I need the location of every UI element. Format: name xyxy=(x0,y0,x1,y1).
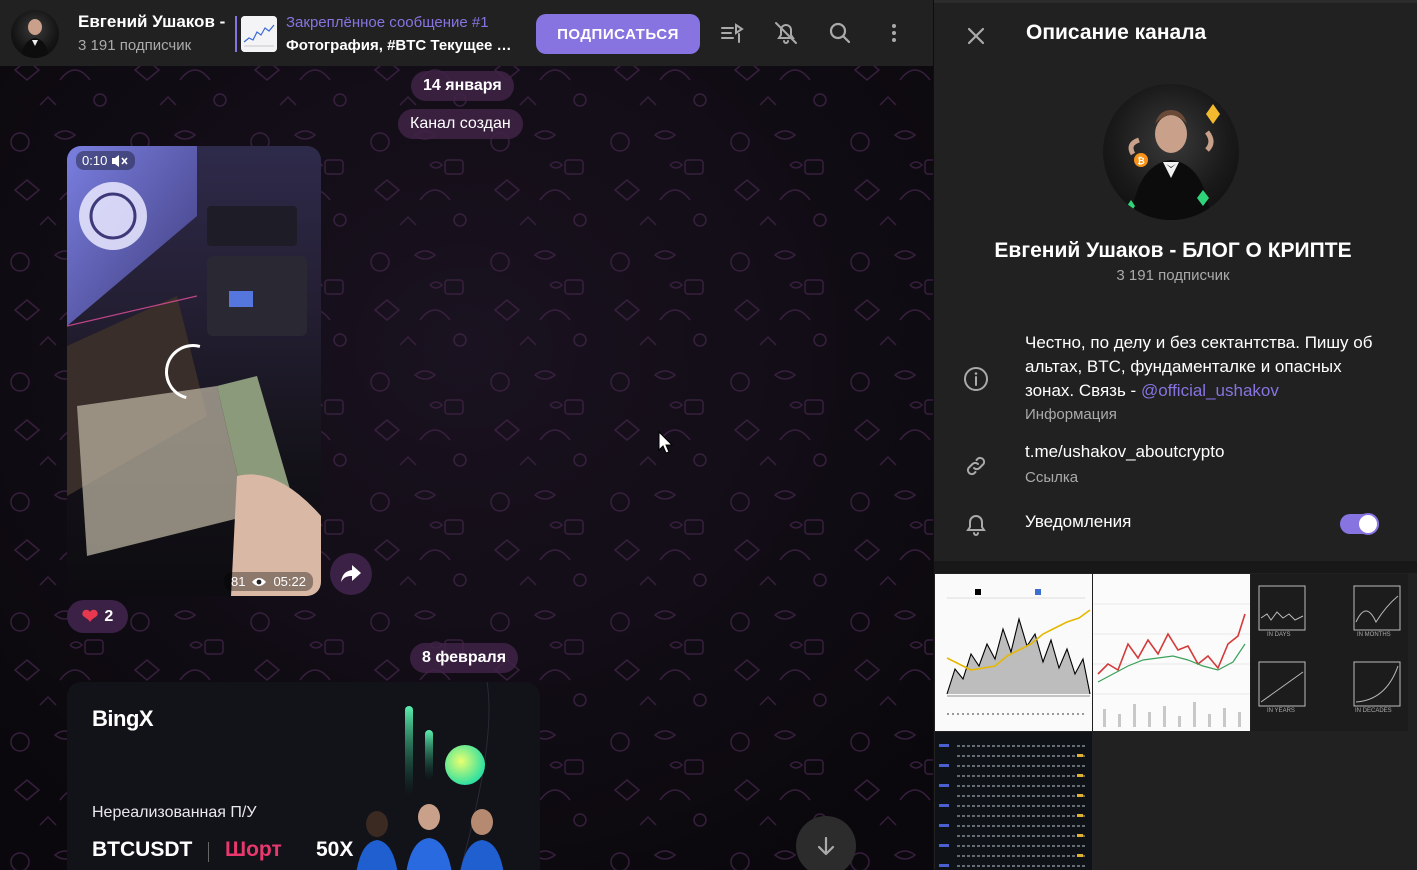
media-thumbnail[interactable] xyxy=(935,574,1092,731)
section-divider xyxy=(934,561,1417,573)
video-stats: 81 05:22 xyxy=(223,572,313,591)
media-thumbnail[interactable] xyxy=(935,732,1092,870)
trading-pair: BTCUSDT xyxy=(92,838,193,861)
chat-header: Евгений Ушаков - 3 191 подписчик Закрепл… xyxy=(0,0,933,66)
forward-button[interactable] xyxy=(330,553,372,595)
channel-subscribers: 3 191 подписчик xyxy=(78,37,192,54)
channel-name[interactable]: Евгений Ушаков - xyxy=(78,12,225,32)
media-label: IN DECADES xyxy=(1355,708,1392,714)
divider xyxy=(208,842,209,862)
reaction-count: 2 xyxy=(104,607,114,625)
description-caption: Информация xyxy=(1025,406,1117,423)
heart-icon: ❤ xyxy=(81,606,99,628)
notifications-label[interactable]: Уведомления xyxy=(1025,512,1131,532)
app-window: Евгений Ушаков - 3 191 подписчик Закрепл… xyxy=(0,0,1417,870)
channel-title: Евгений Ушаков - БЛОГ О КРИПТЕ xyxy=(994,239,1352,262)
eye-icon xyxy=(252,577,267,586)
channel-subscriber-count: 3 191 подписчик xyxy=(1116,267,1230,284)
bell-icon xyxy=(960,508,992,540)
voice-chat-icon[interactable] xyxy=(716,17,748,49)
contact-link[interactable]: @official_ushakov xyxy=(1141,381,1279,400)
channel-link[interactable]: t.me/ushakov_aboutcrypto xyxy=(1025,442,1224,462)
media-thumbnail[interactable]: IN DAYS IN MONTHS IN YEARS IN DECADES xyxy=(1251,574,1408,731)
reaction-heart[interactable]: ❤ 2 xyxy=(67,600,128,633)
date-separator-2: 8 февраля xyxy=(410,643,519,673)
leverage: 50X xyxy=(316,838,354,861)
channel-avatar[interactable] xyxy=(11,10,59,58)
share-icon xyxy=(341,565,361,582)
video-timer: 0:10 xyxy=(76,151,136,170)
media-label: IN DAYS xyxy=(1267,632,1291,638)
search-icon[interactable] xyxy=(824,17,856,49)
video-time-text: 0:10 xyxy=(82,153,108,168)
info-icon xyxy=(960,363,992,395)
photo-message-ad[interactable]: BingX Нереализованная П/У BTCUSDT Шорт 5… xyxy=(67,682,540,870)
toggle-knob xyxy=(1357,513,1379,535)
media-label: IN YEARS xyxy=(1267,708,1295,714)
channel-description[interactable]: Честно, по делу и без сектантства. Пишу … xyxy=(1025,331,1390,403)
service-message: Канал создан xyxy=(398,109,523,139)
arrow-down-icon xyxy=(817,836,835,856)
more-icon[interactable] xyxy=(878,17,910,49)
pinned-title[interactable]: Закреплённое сообщение #1 xyxy=(286,14,489,31)
date-separator: 14 января xyxy=(411,71,514,101)
mouse-cursor-icon xyxy=(658,431,674,454)
pnl-label: Нереализованная П/У xyxy=(92,804,257,821)
pinned-text[interactable]: Фотография, #BTC Текущее д... xyxy=(286,37,516,54)
panel-top-border xyxy=(934,0,1417,3)
mute-icon[interactable] xyxy=(770,17,802,49)
channel-info-panel: Описание канала ₿ Евгений Ушаков - БЛОГ … xyxy=(933,0,1417,870)
channel-avatar-large[interactable]: ₿ xyxy=(1103,84,1239,220)
media-thumbnail[interactable] xyxy=(1093,574,1250,731)
video-message[interactable]: 0:10 81 05:22 xyxy=(67,146,321,596)
position-side: Шорт xyxy=(225,838,282,861)
link-caption: Ссылка xyxy=(1025,469,1079,486)
video-duration: 05:22 xyxy=(273,574,306,589)
pinned-indicator xyxy=(235,16,237,52)
shared-media-grid: IN DAYS IN MONTHS IN YEARS IN DECADES xyxy=(934,574,1417,870)
view-count: 81 xyxy=(230,574,246,589)
pinned-thumbnail[interactable] xyxy=(241,16,277,52)
bingx-logo: BingX xyxy=(92,706,154,731)
panel-title: Описание канала xyxy=(1026,21,1207,44)
notifications-toggle[interactable] xyxy=(1340,513,1379,535)
link-icon xyxy=(960,450,992,482)
muted-speaker-icon[interactable] xyxy=(111,154,129,168)
media-label: IN MONTHS xyxy=(1357,632,1391,638)
close-button[interactable] xyxy=(960,20,992,52)
svg-text:₿: ₿ xyxy=(1137,156,1144,166)
chat-area: Евгений Ушаков - 3 191 подписчик Закрепл… xyxy=(0,0,933,870)
subscribe-button[interactable]: ПОДПИСАТЬСЯ xyxy=(536,14,700,54)
close-icon xyxy=(967,27,985,45)
scroll-down-button[interactable] xyxy=(796,816,856,870)
